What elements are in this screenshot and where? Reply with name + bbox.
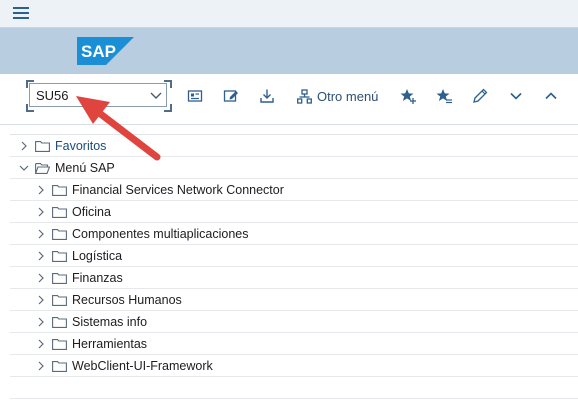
tree-node-label: Componentes multiaplicaciones bbox=[72, 226, 249, 241]
add-favorite-icon[interactable] bbox=[399, 87, 417, 105]
chevron-right-icon[interactable] bbox=[35, 206, 47, 218]
tree-node-label: Herramientas bbox=[72, 336, 148, 351]
chevron-down-icon[interactable] bbox=[18, 162, 30, 174]
tree-node-label: Logística bbox=[72, 248, 123, 263]
tree-node-label: Oficina bbox=[72, 204, 111, 219]
chevron-up-icon[interactable] bbox=[542, 87, 560, 105]
folder-icon bbox=[52, 338, 67, 350]
edit-icon[interactable] bbox=[222, 87, 240, 105]
tree-node-sap-menu[interactable]: Menú SAP bbox=[10, 157, 578, 179]
chevron-right-icon[interactable] bbox=[35, 338, 47, 350]
tree-node-item[interactable]: Herramientas bbox=[10, 333, 578, 355]
tree-node-item[interactable]: Componentes multiaplicaciones bbox=[10, 223, 578, 245]
chevron-right-icon[interactable] bbox=[18, 140, 30, 152]
chevron-right-icon[interactable] bbox=[35, 316, 47, 328]
chevron-down-icon[interactable] bbox=[150, 89, 162, 101]
command-field-container bbox=[26, 80, 172, 112]
open-folder-icon bbox=[35, 162, 50, 174]
chevron-right-icon[interactable] bbox=[35, 294, 47, 306]
tree-node-label: WebClient-UI-Framework bbox=[72, 358, 213, 373]
folder-icon bbox=[52, 360, 67, 372]
tree-node-item[interactable]: WebClient-UI-Framework bbox=[10, 355, 578, 377]
tree-node-favorites[interactable]: Favoritos bbox=[10, 135, 578, 157]
download-icon[interactable] bbox=[258, 87, 276, 105]
folder-icon bbox=[35, 140, 50, 152]
sap-logo: SAP bbox=[77, 37, 134, 65]
chevron-right-icon[interactable] bbox=[35, 250, 47, 262]
pencil-icon[interactable] bbox=[471, 87, 489, 105]
chevron-right-icon[interactable] bbox=[35, 184, 47, 196]
hierarchy-icon bbox=[297, 88, 312, 104]
toolbar: Otro menú bbox=[0, 74, 578, 125]
folder-icon bbox=[52, 316, 67, 328]
hamburger-menu-icon[interactable] bbox=[13, 6, 29, 20]
tree-node-item[interactable]: Oficina bbox=[10, 201, 578, 223]
display-icon[interactable] bbox=[186, 87, 204, 105]
folder-icon bbox=[52, 206, 67, 218]
folder-icon bbox=[52, 228, 67, 240]
tree-empty-row bbox=[10, 377, 578, 399]
chevron-right-icon[interactable] bbox=[35, 228, 47, 240]
chevron-right-icon[interactable] bbox=[35, 272, 47, 284]
tree-node-label: Menú SAP bbox=[55, 160, 115, 175]
tree-node-label: Recursos Humanos bbox=[72, 292, 182, 307]
svg-text:SAP: SAP bbox=[81, 42, 116, 61]
title-bar bbox=[0, 0, 578, 28]
folder-icon bbox=[52, 272, 67, 284]
tree-node-item[interactable]: Financial Services Network Connector bbox=[10, 179, 578, 201]
folder-icon bbox=[52, 184, 67, 196]
menu-tree: Favoritos Menú SAP Financial Services Ne… bbox=[10, 134, 578, 399]
folder-icon bbox=[52, 250, 67, 262]
otro-menu-label: Otro menú bbox=[317, 88, 379, 104]
tree-node-item[interactable]: Sistemas info bbox=[10, 311, 578, 333]
header-banner: SAP bbox=[0, 28, 578, 74]
tree-node-item[interactable]: Logística bbox=[10, 245, 578, 267]
otro-menu-button[interactable]: Otro menú bbox=[297, 86, 378, 106]
tree-node-label: Finanzas bbox=[72, 270, 123, 285]
tree-node-item[interactable]: Recursos Humanos bbox=[10, 289, 578, 311]
chevron-down-icon[interactable] bbox=[507, 87, 525, 105]
folder-icon bbox=[52, 294, 67, 306]
command-field[interactable] bbox=[29, 83, 167, 107]
tree-node-label: Favoritos bbox=[55, 138, 107, 153]
chevron-right-icon[interactable] bbox=[35, 360, 47, 372]
command-input[interactable] bbox=[36, 86, 144, 104]
tree-node-label: Sistemas info bbox=[72, 314, 148, 329]
tree-node-label: Financial Services Network Connector bbox=[72, 182, 284, 197]
tree-node-item[interactable]: Finanzas bbox=[10, 267, 578, 289]
manage-favorites-icon[interactable] bbox=[435, 87, 453, 105]
